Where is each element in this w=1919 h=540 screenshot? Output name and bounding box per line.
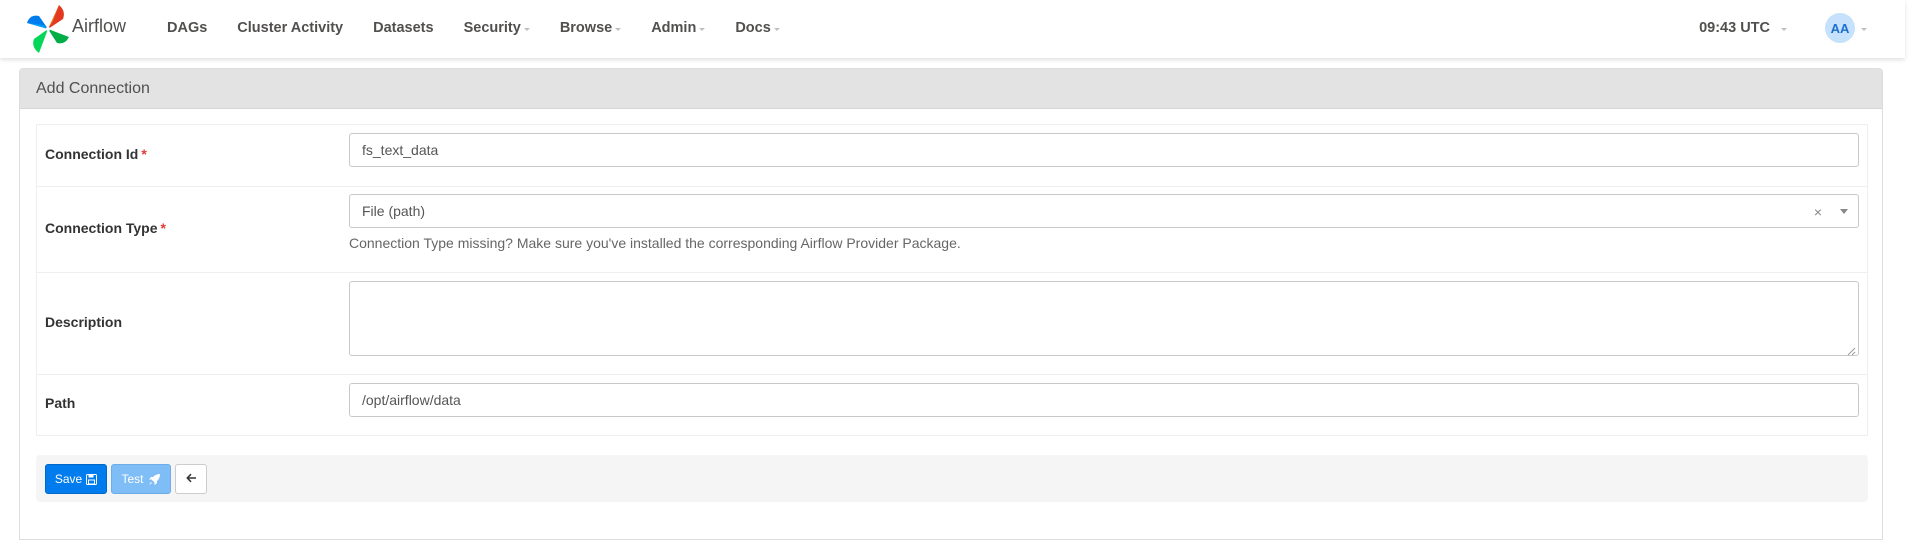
- connection-type-label: Connection Type *: [45, 220, 166, 236]
- caret-down-icon: [1861, 27, 1867, 31]
- description-label: Description: [45, 314, 123, 330]
- nav-item-cluster-activity[interactable]: Cluster Activity: [222, 20, 358, 36]
- clock-time: 09:43 UTC: [1699, 20, 1770, 36]
- caret-down-icon: [699, 27, 706, 31]
- airflow-logo-icon: [25, 3, 71, 55]
- required-marker: *: [160, 220, 166, 236]
- panel-heading: Add Connection: [20, 69, 1882, 109]
- back-button[interactable]: [175, 464, 207, 494]
- nav-item-label: Admin: [651, 20, 697, 36]
- nav-item-datasets[interactable]: Datasets: [358, 20, 448, 36]
- navbar-right: 09:43 UTC AA: [1699, 0, 1867, 56]
- form-row-connection-type: Connection Type * File (path) × Connectio…: [37, 186, 1867, 272]
- nav-item-label: Browse: [559, 20, 613, 36]
- path-input[interactable]: /opt/airflow/data: [349, 383, 1859, 417]
- connection-id-value: fs_text_data: [362, 142, 439, 158]
- nav-item-label: Datasets: [373, 20, 434, 36]
- required-marker: *: [141, 146, 147, 162]
- form-row-path: Path /opt/airflow/data: [37, 374, 1867, 435]
- nav-item-label: DAGs: [167, 20, 208, 36]
- user-menu-dropdown[interactable]: AA: [1825, 13, 1867, 43]
- arrow-left-icon: [185, 472, 197, 486]
- top-navbar: Airflow DAGs Cluster Activity Datasets S…: [0, 0, 1905, 58]
- clear-selection-icon[interactable]: ×: [1814, 204, 1822, 220]
- brand-name: Airflow: [72, 16, 127, 36]
- form-row-description: Description: [37, 272, 1867, 374]
- form-actions: Save Test: [36, 455, 1868, 502]
- connection-type-select[interactable]: File (path) ×: [349, 194, 1859, 228]
- nav-item-browse[interactable]: Browse: [545, 20, 636, 36]
- nav-item-label: Docs: [735, 20, 771, 36]
- form-row-connection-id: Connection Id * fs_text_data: [37, 125, 1867, 186]
- save-button-label: Save: [54, 472, 83, 486]
- chevron-down-icon: [1840, 209, 1848, 214]
- connection-id-label-text: Connection Id: [45, 146, 139, 162]
- connection-form: Connection Id * fs_text_data Connection T…: [36, 124, 1868, 436]
- caret-down-icon: [523, 27, 530, 31]
- description-textarea[interactable]: [349, 281, 1859, 356]
- path-value: /opt/airflow/data: [362, 392, 461, 408]
- connection-type-label-text: Connection Type: [45, 220, 158, 236]
- timezone-clock-dropdown[interactable]: 09:43 UTC: [1699, 20, 1787, 36]
- nav-item-docs[interactable]: Docs: [720, 20, 794, 36]
- test-button-label: Test: [121, 472, 144, 486]
- airflow-home-link[interactable]: Airflow: [25, 0, 126, 58]
- add-connection-panel: Add Connection Connection Id * fs_text_da…: [19, 68, 1883, 540]
- test-button[interactable]: Test: [111, 464, 171, 494]
- panel-title: Add Connection: [36, 79, 150, 97]
- resize-handle-icon[interactable]: [1846, 343, 1856, 356]
- floppy-disk-icon: [86, 473, 98, 485]
- caret-down-icon: [773, 27, 780, 31]
- connection-type-value: File (path): [362, 203, 426, 219]
- save-button[interactable]: Save: [45, 464, 107, 494]
- nav-item-admin[interactable]: Admin: [636, 20, 720, 36]
- connection-id-input[interactable]: fs_text_data: [349, 133, 1859, 167]
- user-avatar: AA: [1825, 13, 1855, 43]
- nav-item-security[interactable]: Security: [449, 20, 545, 36]
- rocket-icon: [148, 473, 161, 486]
- nav-item-label: Security: [463, 20, 521, 36]
- connection-type-hint: Connection Type missing? Make sure you'v…: [349, 235, 961, 251]
- caret-down-icon: [615, 27, 622, 31]
- nav-item-label: Cluster Activity: [237, 20, 344, 36]
- main-nav-menu: DAGs Cluster Activity Datasets Security …: [152, 0, 795, 56]
- connection-id-label: Connection Id *: [45, 146, 147, 162]
- path-label: Path: [45, 395, 76, 411]
- caret-down-icon: [1781, 27, 1787, 31]
- nav-item-dags[interactable]: DAGs: [152, 20, 222, 36]
